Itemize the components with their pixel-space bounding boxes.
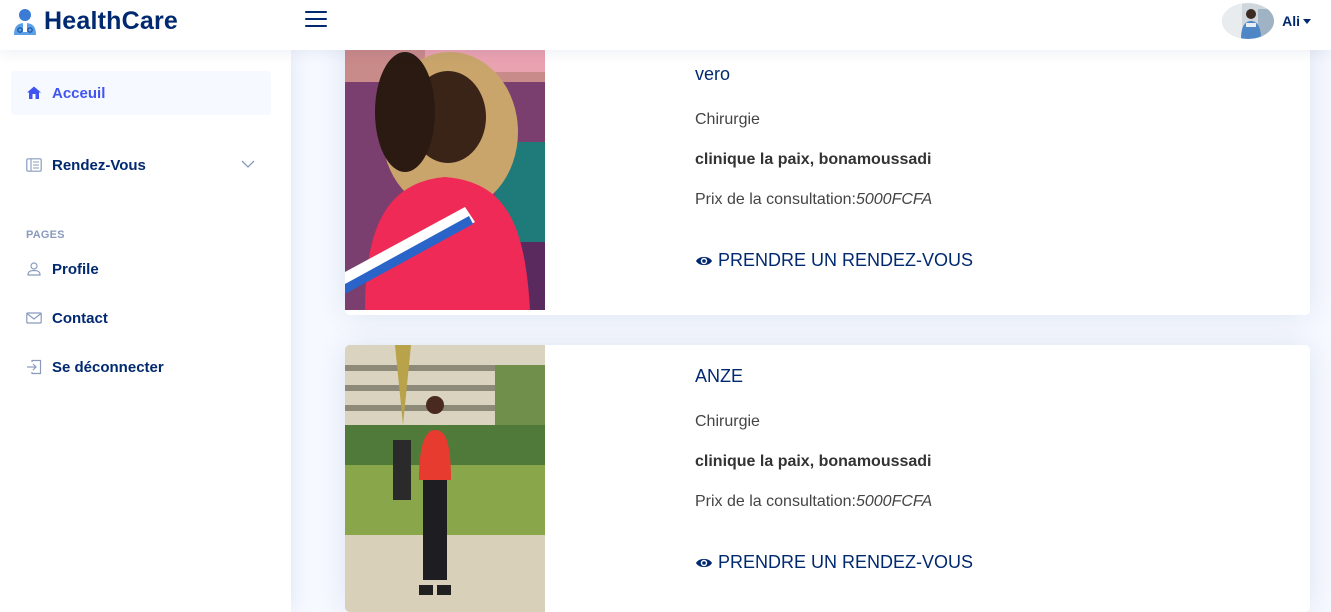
doctor-clinic: clinique la paix, bonamoussadi: [695, 151, 932, 168]
doctor-photo: [345, 22, 545, 310]
envelope-icon: [26, 310, 42, 326]
price-label: Prix de la consultation:: [695, 191, 856, 208]
sidebar-item-label: Se déconnecter: [52, 358, 164, 376]
doctor-specialty: Chirurgie: [695, 111, 760, 128]
app-title: HealthCare: [44, 7, 178, 35]
book-appointment-label: PRENDRE UN RENDEZ-VOUS: [718, 552, 974, 572]
logo[interactable]: HealthCare: [12, 7, 178, 36]
doctor-card: ANZE Chirurgie clinique la paix, bonamou…: [345, 345, 1310, 612]
person-icon: [26, 261, 42, 277]
doctor-specialty: Chirurgie: [695, 413, 760, 430]
price-value: 5000FCFA: [855, 493, 933, 510]
consultation-price: Prix de la consultation:5000FCFA: [695, 493, 932, 511]
doctor-clinic: clinique la paix, bonamoussadi: [695, 453, 932, 470]
hamburger-menu-icon: [305, 11, 327, 13]
sidebar-item-profile[interactable]: Profile: [11, 247, 271, 291]
eye-icon: [696, 558, 712, 567]
profile-dropdown[interactable]: Ali: [1222, 3, 1311, 39]
book-appointment-button[interactable]: PRENDRE UN RENDEZ-VOUS: [695, 250, 973, 271]
sidebar-item-label: Profile: [52, 260, 99, 278]
sidebar-item-label: Acceuil: [52, 84, 106, 102]
sidebar-item-label: Rendez-Vous: [52, 156, 146, 174]
sidebar-item-label: Contact: [52, 309, 108, 327]
sidebar-toggle-button[interactable]: [305, 9, 329, 31]
sidebar-item-acceuil[interactable]: Acceuil: [11, 71, 271, 115]
house-icon: [26, 85, 42, 101]
sidebar: Acceuil Rendez-Vous PAGES Profile Contac…: [0, 50, 291, 612]
sidebar-item-rendez-vous[interactable]: Rendez-Vous: [11, 143, 271, 187]
header: HealthCare Ali: [0, 0, 1331, 50]
layout-text-icon: [26, 157, 42, 173]
book-appointment-button[interactable]: PRENDRE UN RENDEZ-VOUS: [695, 552, 973, 573]
doctor-name: vero: [695, 64, 731, 84]
chevron-down-icon: [240, 157, 256, 175]
profile-name: Ali: [1282, 13, 1300, 29]
doctor-logo-icon: [14, 8, 36, 35]
eye-icon: [696, 256, 712, 265]
doctor-photo: [345, 345, 545, 612]
sidebar-item-logout[interactable]: Se déconnecter: [11, 345, 271, 389]
price-value: 5000FCFA: [855, 191, 933, 208]
book-appointment-label: PRENDRE UN RENDEZ-VOUS: [718, 250, 974, 270]
avatar: [1222, 3, 1275, 39]
doctor-name: ANZE: [695, 366, 744, 386]
doctor-card: vero Chirurgie clinique la paix, bonamou…: [345, 22, 1310, 315]
box-arrow-in-right-icon: [26, 359, 42, 375]
price-label: Prix de la consultation:: [695, 493, 856, 510]
pages-heading: PAGES: [26, 229, 65, 241]
chevron-down-icon: [1303, 18, 1311, 24]
sidebar-item-contact[interactable]: Contact: [11, 296, 271, 340]
consultation-price: Prix de la consultation:5000FCFA: [695, 191, 932, 209]
